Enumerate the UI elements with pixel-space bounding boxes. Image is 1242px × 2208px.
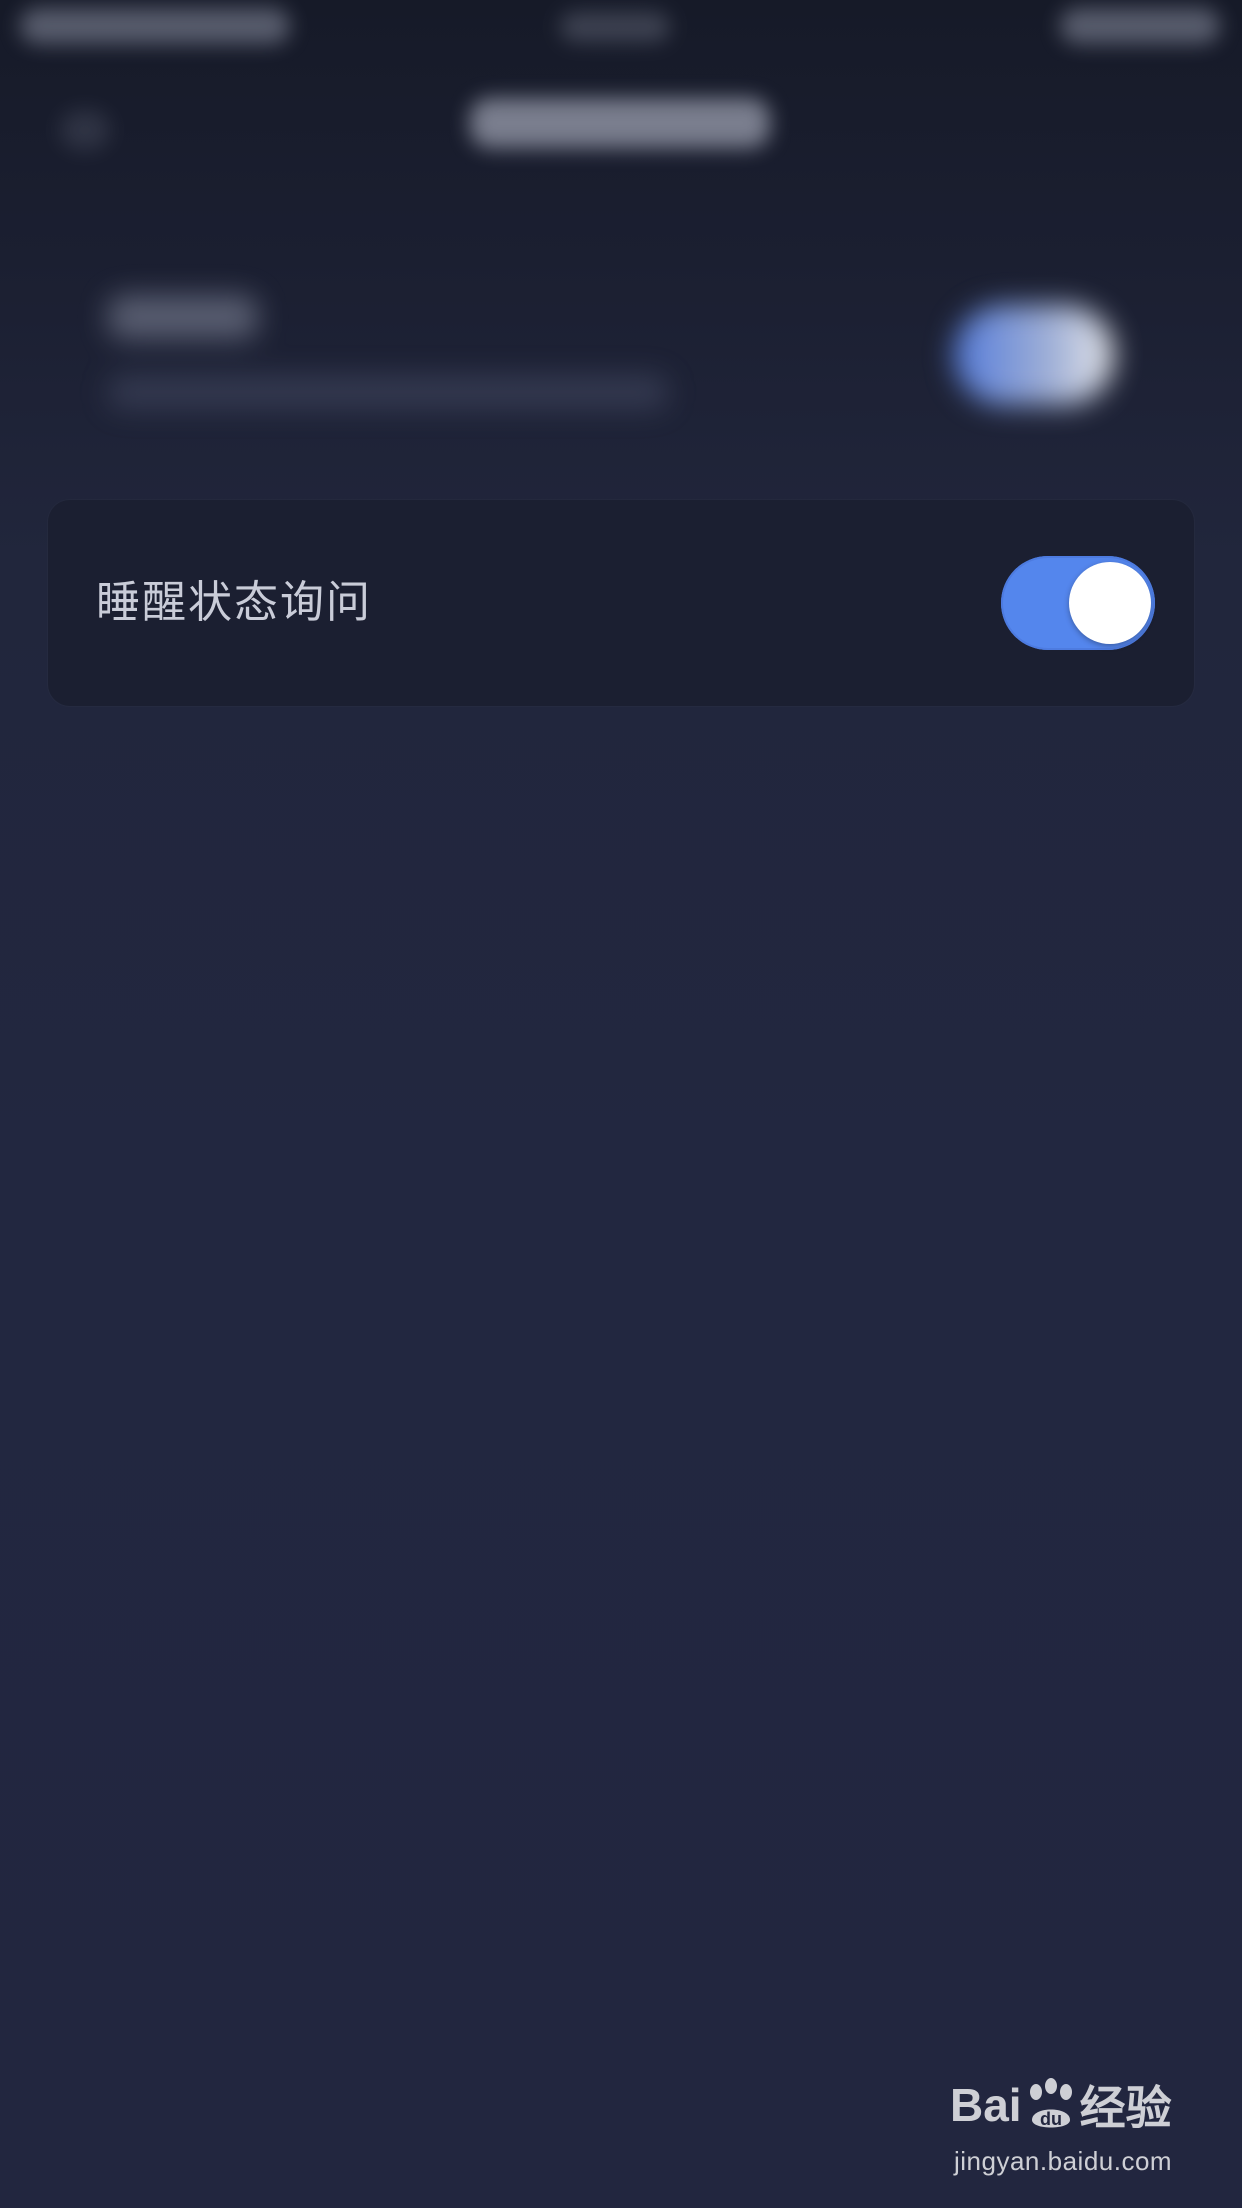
blurred-row-toggle[interactable]	[954, 305, 1114, 405]
baidu-jingyan-watermark: Bai du 经验 jingyan.baidu.com	[950, 2070, 1190, 2180]
watermark-brand-mid: du	[1040, 2109, 1062, 2129]
blurred-row-subtitle	[108, 375, 668, 409]
back-arrow-icon[interactable]	[60, 110, 110, 150]
watermark-url: jingyan.baidu.com	[954, 2146, 1173, 2176]
blurred-setting-row	[48, 215, 1194, 455]
toggle-knob[interactable]	[1069, 562, 1151, 644]
settings-screen: 睡醒状态询问 Bai du 经验 jingyan.baidu.com	[0, 0, 1242, 2208]
page-title-blurred	[470, 98, 770, 148]
navigation-bar	[0, 70, 1242, 190]
blurred-row-title	[108, 295, 258, 339]
status-bar-center-blurred	[560, 12, 670, 42]
battery-icon	[1060, 8, 1220, 44]
watermark-logo: Bai du 经验	[950, 2070, 1172, 2140]
wake-status-inquiry-toggle[interactable]	[1001, 556, 1155, 650]
status-bar	[0, 0, 1242, 70]
paw-icon: du	[1024, 2078, 1078, 2132]
watermark-brand-left: Bai	[950, 2079, 1022, 2131]
watermark-brand-right: 经验	[1079, 2082, 1172, 2134]
status-bar-time-blurred	[20, 8, 290, 44]
setting-card-wake-status-inquiry: 睡醒状态询问	[48, 500, 1194, 706]
setting-label: 睡醒状态询问	[96, 577, 372, 628]
